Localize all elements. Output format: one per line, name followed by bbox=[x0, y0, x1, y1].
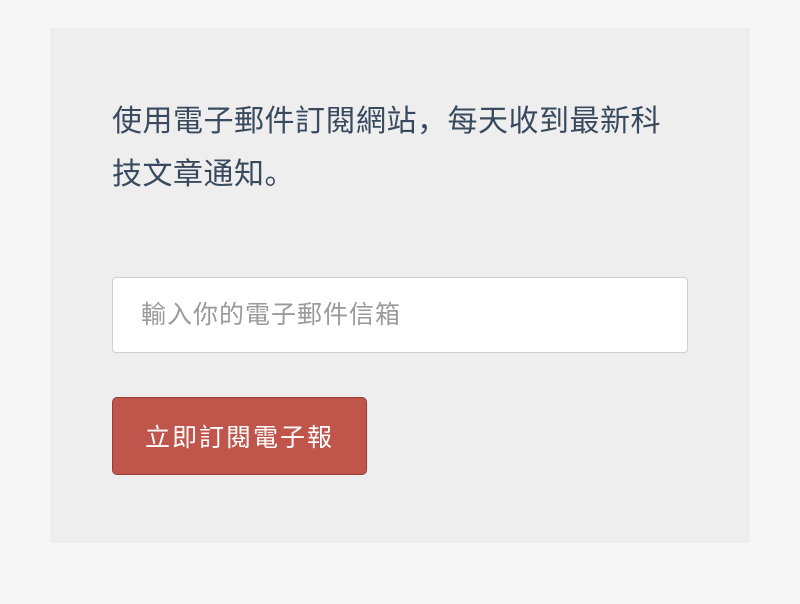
subscribe-button[interactable]: 立即訂閱電子報 bbox=[112, 397, 367, 475]
subscription-card: 使用電子郵件訂閱網站，每天收到最新科技文章通知。 立即訂閱電子報 bbox=[50, 28, 750, 543]
subscription-description: 使用電子郵件訂閱網站，每天收到最新科技文章通知。 bbox=[112, 96, 688, 201]
email-input[interactable] bbox=[112, 277, 688, 353]
